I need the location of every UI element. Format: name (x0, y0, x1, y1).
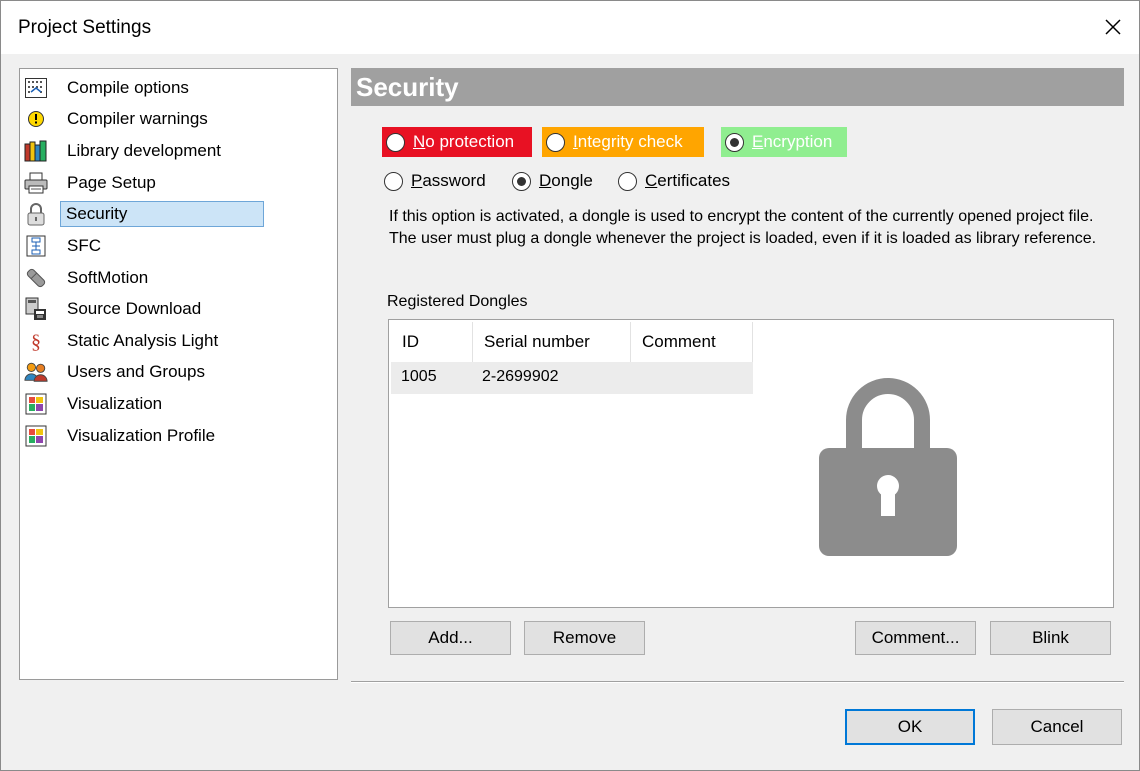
registered-dongles-list[interactable]: ID Serial number Comment 1005 2-2699902 (388, 319, 1114, 608)
dialog-title: Project Settings (18, 17, 152, 38)
radio-label: Encryption (752, 132, 833, 151)
project-settings-dialog: Project Settings Compile options Compile… (0, 0, 1140, 771)
warning-icon (24, 107, 48, 131)
tree-item-library-development[interactable]: Library development (23, 136, 333, 166)
cell-id: 1005 (401, 368, 437, 385)
radio-certificates[interactable]: Certificates (614, 166, 736, 196)
blink-button[interactable]: Blink (990, 621, 1111, 655)
ok-button[interactable]: OK (845, 709, 975, 745)
settings-category-tree[interactable]: Compile options Compiler warnings Librar… (19, 68, 338, 680)
source-download-icon (24, 297, 48, 321)
column-header-comment[interactable]: Comment (631, 322, 753, 362)
footer-separator (351, 681, 1124, 683)
users-icon (24, 360, 48, 384)
tree-item-label: Library development (67, 141, 222, 160)
cell-serial-number: 2-2699902 (482, 368, 559, 385)
tree-item-label: SFC (67, 236, 101, 255)
paragraph-icon: § (24, 329, 48, 353)
registered-dongles-label: Registered Dongles (387, 293, 528, 310)
large-lock-icon (819, 370, 969, 570)
visualization-profile-icon (24, 424, 48, 448)
radio-circle (512, 171, 531, 191)
tree-item-label: Users and Groups (67, 362, 205, 381)
tree-item-visualization-profile[interactable]: Visualization Profile (23, 421, 333, 451)
compile-options-icon (24, 76, 48, 100)
radio-label: No protection (413, 132, 515, 151)
radio-integrity-check[interactable]: Integrity check (542, 127, 704, 157)
tree-item-label: Static Analysis Light (67, 331, 219, 350)
tree-item-users-and-groups[interactable]: Users and Groups (23, 357, 333, 387)
title-bar: Project Settings (1, 1, 1139, 54)
radio-dot (730, 137, 739, 147)
softmotion-icon (24, 266, 48, 290)
visualization-icon (24, 392, 48, 416)
table-row[interactable] (391, 362, 753, 394)
tree-item-page-setup[interactable]: Page Setup (23, 168, 333, 198)
radio-no-protection[interactable]: No protection (382, 127, 532, 157)
close-button[interactable] (1095, 11, 1131, 43)
column-header-serial-number[interactable]: Serial number (473, 322, 631, 362)
tree-item-sfc[interactable]: SFC (23, 231, 333, 261)
tree-item-label: Visualization (67, 394, 163, 413)
tree-item-softmotion[interactable]: SoftMotion (23, 263, 333, 293)
radio-label: Integrity check (573, 132, 683, 151)
padlock-icon (24, 202, 48, 226)
tree-item-label: Page Setup (67, 173, 156, 192)
tree-item-security[interactable]: Security (23, 199, 333, 229)
svg-text:§: § (31, 331, 41, 352)
tree-item-static-analysis-light[interactable]: § Static Analysis Light (23, 326, 333, 356)
section-header: Security (351, 68, 1124, 106)
radio-dot (517, 176, 526, 186)
tree-item-compiler-warnings[interactable]: Compiler warnings (23, 104, 333, 134)
tree-item-label: Visualization Profile (67, 426, 216, 445)
remove-button[interactable]: Remove (524, 621, 645, 655)
radio-label: Password (411, 171, 486, 190)
tree-item-label: Source Download (67, 299, 202, 318)
tree-item-visualization[interactable]: Visualization (23, 389, 333, 419)
tree-item-source-download[interactable]: Source Download (23, 294, 333, 324)
tree-item-label: SoftMotion (67, 268, 149, 287)
radio-circle (546, 132, 565, 152)
comment-button[interactable]: Comment... (855, 621, 976, 655)
dongle-info-text: If this option is activated, a dongle is… (389, 208, 1097, 247)
radio-circle (618, 171, 637, 191)
tree-item-compile-options[interactable]: Compile options (23, 73, 333, 103)
column-header-id[interactable]: ID (391, 322, 473, 362)
radio-encryption[interactable]: Encryption (721, 127, 847, 157)
tree-item-label: Security (60, 201, 264, 227)
close-icon (1105, 19, 1121, 35)
radio-circle (384, 171, 403, 191)
radio-label: Dongle (539, 171, 593, 190)
tree-item-label: Compiler warnings (67, 109, 208, 128)
radio-dongle[interactable]: Dongle (508, 166, 599, 196)
radio-label: Certificates (645, 171, 731, 190)
cancel-button[interactable]: Cancel (992, 709, 1122, 745)
radio-password[interactable]: Password (380, 166, 492, 196)
add-button[interactable]: Add... (390, 621, 511, 655)
library-icon (24, 139, 48, 163)
radio-circle (386, 132, 405, 152)
tree-item-label: Compile options (67, 78, 189, 97)
printer-icon (24, 171, 48, 195)
radio-circle (725, 132, 744, 152)
sfc-icon (24, 234, 48, 258)
